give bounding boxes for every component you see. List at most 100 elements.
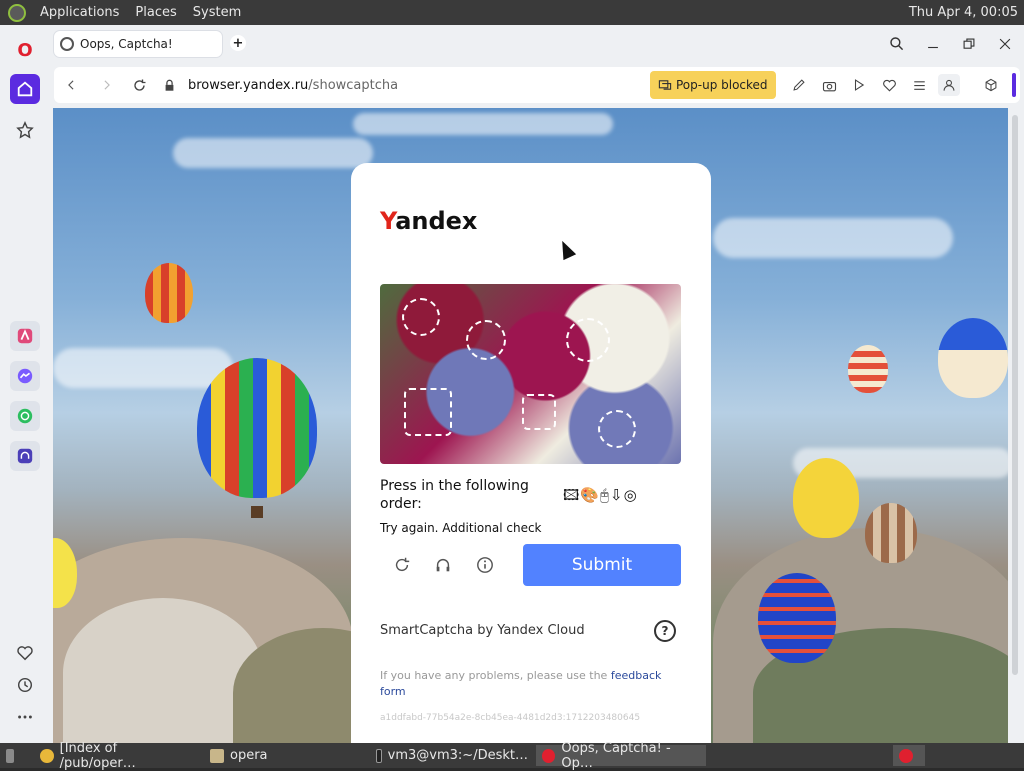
audio-captcha-button[interactable]	[431, 553, 455, 577]
terminal-icon	[376, 748, 382, 763]
top-panel: Applications Places System Thu Apr 4, 00…	[0, 0, 1024, 25]
arrow-down-marker[interactable]	[404, 388, 452, 436]
headphones-icon	[17, 448, 33, 464]
signal-marker[interactable]	[566, 318, 610, 362]
home-icon	[17, 81, 33, 97]
home-button[interactable]	[10, 74, 40, 104]
page-viewport: Yandex Press in the following order: 🖾🎨🖰…	[53, 108, 1008, 743]
music-player-button[interactable]	[10, 441, 40, 471]
captcha-image[interactable]	[380, 284, 681, 464]
paint-marker[interactable]	[522, 394, 556, 430]
address-bar: browser.yandex.ru/showcaptcha Pop-up blo…	[54, 67, 1020, 103]
target-marker[interactable]	[402, 298, 440, 336]
show-desktop-button[interactable]	[0, 745, 26, 766]
sidebar-toggle-indicator[interactable]	[1012, 73, 1016, 97]
request-id: a1ddfabd-77b54a2e-8cb45ea-4481d2d3:17122…	[380, 713, 641, 723]
tab-captcha[interactable]: Oops, Captcha!	[54, 31, 222, 57]
captcha-sequence: 🖾🎨🖰⇩◎	[563, 486, 638, 504]
reload-icon	[133, 79, 145, 91]
opera-menu-button[interactable]: O	[10, 35, 40, 65]
captcha-provider: SmartCaptcha by Yandex Cloud	[380, 623, 585, 638]
aria-button[interactable]	[10, 321, 40, 351]
url-field[interactable]: browser.yandex.ru/showcaptcha	[188, 78, 398, 93]
places-menu[interactable]: Places	[127, 5, 184, 20]
pencil-icon	[793, 79, 805, 91]
edit-button[interactable]	[788, 74, 810, 96]
hot-air-balloon	[938, 318, 1008, 398]
chevron-left-icon	[68, 80, 74, 90]
send-button[interactable]	[848, 74, 870, 96]
applications-menu[interactable]: Applications	[32, 5, 127, 20]
submit-button[interactable]: Submit	[523, 544, 681, 586]
hot-air-balloon	[848, 345, 888, 393]
popup-blocked-badge[interactable]: Pop-up blocked	[650, 71, 776, 99]
speed-dial-button[interactable]	[10, 115, 40, 145]
taskbar-item-terminal[interactable]: vm3@vm3:~/Deskt…	[370, 745, 534, 766]
cloud	[173, 138, 373, 168]
retry-message: Try again. Additional check	[380, 521, 542, 535]
help-button[interactable]: ?	[654, 620, 676, 642]
tab-strip: Oops, Captcha! +	[50, 25, 1024, 63]
chevron-right-icon	[104, 80, 110, 90]
whatsapp-button[interactable]	[10, 401, 40, 431]
popup-blocked-icon	[658, 80, 672, 90]
profile-button[interactable]	[938, 74, 960, 96]
restore-button[interactable]	[958, 33, 980, 55]
clock[interactable]: Thu Apr 4, 00:05	[909, 5, 1024, 20]
lock-icon[interactable]	[156, 72, 182, 98]
search-tabs-button[interactable]	[886, 33, 908, 55]
opera-window: O Oops, Captcha! + browser.yandex.ru/sho…	[0, 25, 1024, 743]
user-icon	[943, 79, 955, 91]
easy-setup-button[interactable]	[908, 74, 930, 96]
new-tab-button[interactable]: +	[230, 35, 246, 51]
opera-logo-icon: O	[17, 39, 33, 61]
hot-air-balloon	[793, 458, 859, 538]
forward-button[interactable]	[94, 72, 120, 98]
history-button[interactable]	[10, 670, 40, 700]
heart-outline-icon	[882, 79, 896, 92]
page-scrollbar[interactable]	[1012, 115, 1018, 675]
messenger-button[interactable]	[10, 361, 40, 391]
taskbar-item-opera-folder[interactable]: opera	[204, 745, 364, 766]
taskbar-item-opera[interactable]: Oops, Captcha! - Op…	[536, 741, 706, 771]
favorite-page-button[interactable]	[878, 74, 900, 96]
hot-air-balloon	[865, 503, 917, 563]
chrome-icon	[40, 748, 54, 763]
aria-icon	[17, 328, 33, 344]
gnome-logo-icon[interactable]	[8, 3, 26, 22]
folder-icon	[210, 748, 224, 763]
more-button[interactable]	[10, 702, 40, 732]
whatsapp-icon	[17, 408, 33, 424]
reload-button[interactable]	[126, 72, 152, 98]
cube-icon	[985, 78, 997, 92]
heart-icon	[17, 646, 33, 661]
messenger-icon	[17, 368, 33, 384]
close-window-button[interactable]	[994, 33, 1016, 55]
snapshot-button[interactable]	[818, 74, 840, 96]
minimize-button[interactable]	[922, 33, 944, 55]
close-icon	[999, 38, 1011, 50]
clock-icon	[17, 677, 33, 693]
restore-icon	[963, 38, 975, 49]
extensions-button[interactable]	[980, 74, 1002, 96]
ellipsis-icon	[18, 715, 32, 719]
popup-blocked-label: Pop-up blocked	[676, 78, 768, 92]
hot-air-balloon	[145, 263, 193, 323]
cloud	[353, 113, 613, 135]
system-menu[interactable]: System	[185, 5, 249, 20]
balloon-basket	[251, 506, 263, 518]
palette-marker[interactable]	[598, 410, 636, 448]
taskbar: [Index of /pub/oper… opera vm3@vm3:~/Des…	[0, 741, 1024, 771]
heart-marker[interactable]	[466, 320, 506, 360]
url-path: /showcaptcha	[308, 77, 399, 93]
captcha-info-button[interactable]	[473, 553, 497, 577]
sliders-icon	[913, 80, 925, 90]
tab-title: Oops, Captcha!	[80, 37, 173, 51]
back-button[interactable]	[58, 72, 84, 98]
taskbar-item-chrome[interactable]: [Index of /pub/oper…	[34, 741, 200, 771]
workspace-switcher[interactable]	[893, 745, 925, 766]
headphones-icon	[436, 558, 450, 572]
favorites-button[interactable]	[10, 638, 40, 668]
refresh-captcha-button[interactable]	[390, 553, 414, 577]
yandex-logo: Yandex	[380, 207, 478, 235]
